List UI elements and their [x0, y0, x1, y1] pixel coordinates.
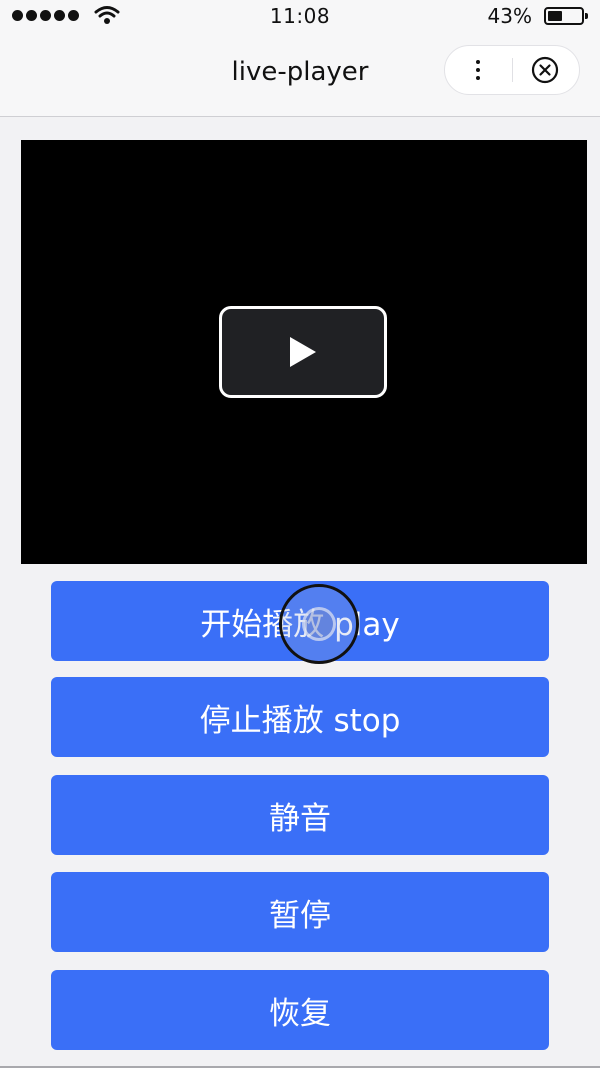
status-bar: 11:08 43% [0, 0, 600, 32]
nav-bar: live-player [0, 32, 600, 117]
mute-button[interactable]: 静音 [51, 775, 549, 855]
more-dots-icon[interactable] [445, 46, 511, 94]
touch-indicator [279, 584, 359, 664]
battery-fill [548, 11, 562, 21]
stop-button[interactable]: 停止播放 stop [51, 677, 549, 757]
circle-close-icon[interactable] [511, 46, 579, 94]
battery-percent: 43% [487, 4, 532, 28]
menu-capsule [444, 45, 580, 95]
play-icon[interactable] [219, 306, 387, 398]
live-player-video[interactable] [21, 140, 587, 564]
battery-icon [544, 7, 588, 25]
pause-button[interactable]: 暂停 [51, 872, 549, 952]
resume-button[interactable]: 恢复 [51, 970, 549, 1050]
